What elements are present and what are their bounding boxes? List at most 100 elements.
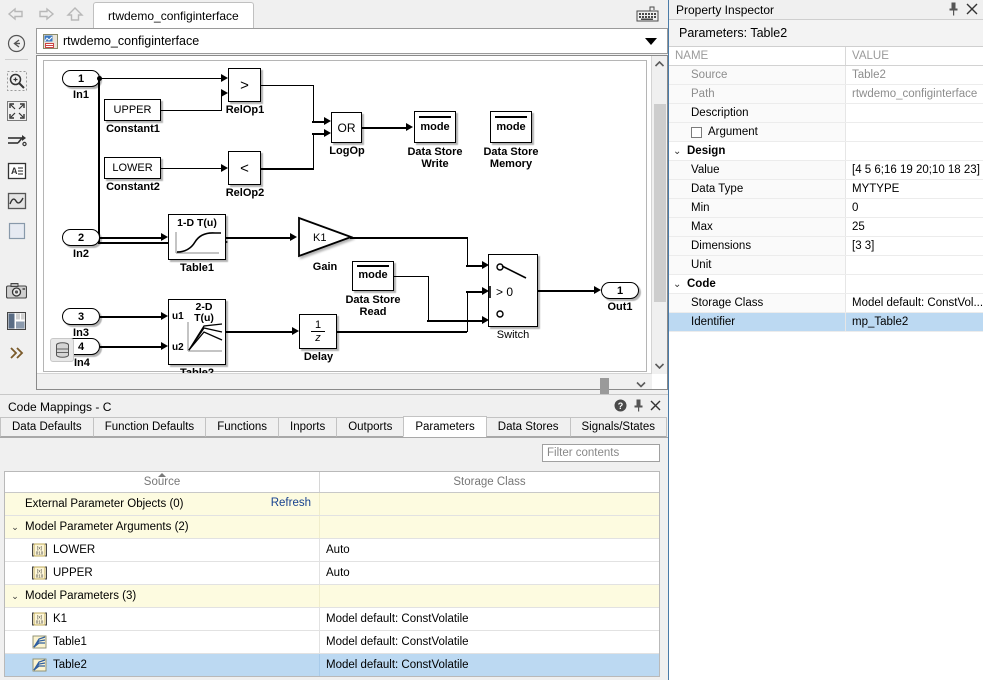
table-row[interactable]: [x]010UPPERAuto (5, 562, 659, 585)
switch-block[interactable]: > 0 (488, 254, 538, 327)
row-storage-class-cell[interactable]: Auto (320, 562, 659, 584)
property-row[interactable]: Description (669, 104, 983, 123)
property-row[interactable]: Argument (669, 123, 983, 142)
fit-to-view-icon[interactable] (4, 98, 29, 123)
tab-inports[interactable]: Inports (278, 417, 337, 437)
row-storage-class-cell[interactable]: Model default: ConstVolatile (320, 631, 659, 653)
property-row[interactable]: Dimensions[3 3] (669, 237, 983, 256)
vertical-scroll-thumb[interactable] (654, 104, 666, 302)
row-storage-class-cell[interactable] (320, 516, 659, 538)
model-canvas-surface[interactable]: 1 In1 UPPER Constant1 (43, 60, 647, 372)
column-header-storage-class[interactable]: Storage Class (320, 472, 659, 492)
property-row[interactable]: SourceTable2 (669, 66, 983, 85)
scroll-down-arrow-icon[interactable] (652, 358, 667, 374)
up-arrow-icon[interactable] (62, 3, 88, 25)
delay-block[interactable]: 1 z (299, 314, 337, 349)
horizontal-scroll-grip[interactable] (600, 378, 622, 387)
row-storage-class-cell[interactable] (320, 585, 659, 607)
chevron-down-icon[interactable]: ⌄ (9, 522, 21, 533)
scroll-up-arrow-icon[interactable] (652, 56, 667, 72)
model-canvas[interactable]: 1 In1 UPPER Constant1 (36, 55, 668, 390)
property-value-cell[interactable]: [3 3] (846, 237, 983, 255)
table-row[interactable]: [x]010LOWERAuto (5, 539, 659, 562)
logical-operator-block-logop[interactable]: OR (331, 112, 362, 143)
property-value-cell[interactable]: 0 (846, 199, 983, 217)
row-storage-class-cell[interactable]: Model default: ConstVolatile (320, 654, 659, 676)
inport-block-in2[interactable]: 2 (62, 229, 100, 246)
property-section-row[interactable]: ⌄Design (669, 142, 983, 161)
close-icon[interactable] (650, 400, 661, 414)
property-value-cell[interactable] (846, 256, 983, 274)
data-store-write-block[interactable]: mode (414, 111, 456, 143)
property-row[interactable]: Max25 (669, 218, 983, 237)
lookup-table-1d-block-table1[interactable]: 1-D T(u) (168, 214, 226, 260)
pin-icon[interactable] (949, 2, 958, 19)
forward-arrow-icon[interactable] (32, 3, 58, 25)
constant-block-constant1[interactable]: UPPER (104, 99, 161, 121)
inport-block-in1[interactable]: 1 (62, 70, 100, 87)
tab-data-stores[interactable]: Data Stores (486, 417, 571, 437)
chevron-down-icon[interactable]: ⌄ (673, 146, 681, 157)
table-row[interactable]: Table2Model default: ConstVolatile (5, 654, 659, 677)
scroll-down-arrow-icon[interactable] (636, 377, 646, 391)
table-group-row[interactable]: ⌄Model Parameter Arguments (2) (5, 516, 659, 539)
navigate-back-icon[interactable] (4, 31, 29, 56)
inport-block-in3[interactable]: 3 (62, 308, 100, 325)
data-store-badge-icon[interactable] (50, 338, 74, 362)
relational-operator-block-relop1[interactable]: > (228, 68, 261, 102)
table-group-row[interactable]: External Parameter Objects (0)Refresh (5, 493, 659, 516)
property-row[interactable]: Storage ClassModel default: ConstVol... (669, 294, 983, 313)
property-value-cell[interactable] (846, 123, 983, 141)
document-tab[interactable]: rtwdemo_configinterface (93, 2, 254, 28)
property-value-cell[interactable] (846, 275, 983, 293)
chevron-down-icon[interactable]: ⌄ (9, 591, 21, 602)
property-value-cell[interactable]: MYTYPE (846, 180, 983, 198)
property-value-cell[interactable] (846, 142, 983, 160)
gain-block[interactable]: K1 (297, 216, 353, 261)
snapshot-camera-icon[interactable] (4, 278, 29, 303)
tab-outports[interactable]: Outports (336, 417, 404, 437)
tab-data-defaults[interactable]: Data Defaults (0, 417, 94, 437)
chevron-down-icon[interactable]: ⌄ (673, 279, 681, 290)
column-header-source[interactable]: Source (5, 472, 320, 492)
data-store-memory-block[interactable]: mode (490, 111, 532, 143)
property-value-cell[interactable]: 25 (846, 218, 983, 236)
filter-input[interactable] (542, 444, 660, 462)
table-row[interactable]: Table1Model default: ConstVolatile (5, 631, 659, 654)
lookup-table-2d-block-table2[interactable]: 2-DT(u) (168, 299, 226, 365)
tab-parameters[interactable]: Parameters (403, 416, 486, 437)
table-group-row[interactable]: ⌄Model Parameters (3) (5, 585, 659, 608)
annotation-icon[interactable]: A (4, 158, 29, 183)
property-row[interactable]: Unit (669, 256, 983, 275)
layout-icon[interactable] (4, 308, 29, 333)
chevron-down-icon[interactable] (645, 38, 657, 45)
canvas-horizontal-scrollbar[interactable] (37, 373, 652, 389)
property-row[interactable]: Min0 (669, 199, 983, 218)
breadcrumb[interactable]: rtwdemo_configinterface (36, 28, 668, 54)
property-value-cell[interactable]: mp_Table2 (846, 313, 983, 331)
signal-routing-icon[interactable] (4, 128, 29, 153)
tab-function-defaults[interactable]: Function Defaults (93, 417, 207, 437)
expand-toolbar-icon[interactable] (4, 340, 29, 365)
row-storage-class-cell[interactable] (320, 493, 659, 515)
table-row[interactable]: [x]010K1Model default: ConstVolatile (5, 608, 659, 631)
zoom-in-icon[interactable] (4, 68, 29, 93)
keyboard-icon[interactable] (636, 5, 660, 23)
property-row[interactable]: Value[4 5 6;16 19 20;10 18 23] (669, 161, 983, 180)
outport-block-out1[interactable]: 1 (601, 282, 639, 299)
property-row[interactable]: Data TypeMYTYPE (669, 180, 983, 199)
property-value-cell[interactable]: [4 5 6;16 19 20;10 18 23] (846, 161, 983, 179)
scope-viewer-icon[interactable] (4, 188, 29, 213)
constant-block-constant2[interactable]: LOWER (104, 157, 161, 179)
argument-checkbox[interactable] (691, 127, 702, 138)
area-block-icon[interactable] (4, 218, 29, 243)
pin-icon[interactable] (634, 399, 643, 415)
canvas-vertical-scrollbar[interactable] (651, 56, 667, 374)
refresh-link[interactable]: Refresh (271, 497, 311, 509)
help-icon[interactable]: ? (614, 399, 627, 415)
property-value-cell[interactable]: Model default: ConstVol... (846, 294, 983, 312)
data-store-read-block[interactable]: mode (352, 261, 394, 291)
property-section-row[interactable]: ⌄Code (669, 275, 983, 294)
property-row[interactable]: Pathrtwdemo_configinterface (669, 85, 983, 104)
row-storage-class-cell[interactable]: Model default: ConstVolatile (320, 608, 659, 630)
